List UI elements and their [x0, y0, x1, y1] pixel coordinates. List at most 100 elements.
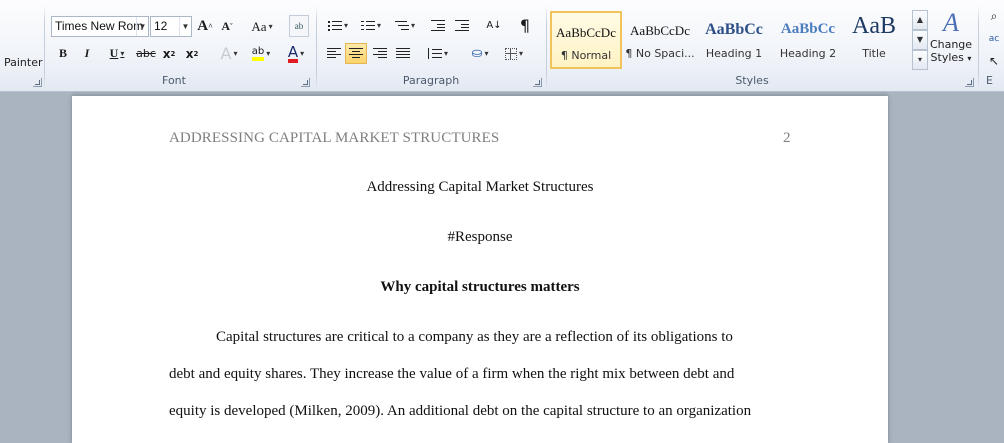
styles-group-label: Styles	[735, 74, 769, 87]
strikethrough-button[interactable]: abc	[136, 43, 156, 64]
subscript-icon: x	[162, 46, 171, 61]
show-formatting-marks-button[interactable]: ¶	[515, 15, 535, 36]
italic-button[interactable]: I	[79, 43, 95, 64]
borders-button[interactable]	[500, 43, 528, 64]
superscript-icon: x	[185, 46, 194, 61]
styles-gallery: AaBbCcDc ¶ Normal AaBbCcDc ¶ No Spaci...…	[548, 9, 912, 69]
chevron-down-icon[interactable]: ▼	[136, 17, 148, 36]
replace-icon: ac	[988, 33, 1000, 44]
font-name-combo[interactable]: Times New Rom ▼	[51, 16, 149, 37]
borders-icon	[504, 47, 517, 60]
chevron-down-icon: ▼	[916, 35, 924, 44]
gallery-more-button[interactable]: ▾	[912, 50, 928, 70]
select-button[interactable]: ↖	[984, 50, 1004, 71]
font-size-combo[interactable]: 12 ▼	[150, 16, 192, 37]
style-name: Heading 1	[705, 47, 763, 60]
bullets-button[interactable]	[324, 15, 352, 36]
align-center-icon	[349, 48, 363, 59]
style-name: Title	[862, 47, 886, 60]
align-center-button[interactable]	[345, 43, 367, 64]
style-sample: AaB	[852, 13, 896, 39]
font-group-label: Font	[162, 74, 186, 87]
style-sample: AaBbCcDc	[556, 25, 616, 40]
chevron-up-icon: ▲	[916, 15, 924, 24]
group-separator	[978, 6, 979, 90]
line-spacing-button[interactable]	[424, 43, 452, 64]
style-sample: AaBbCc	[780, 21, 836, 37]
paragraph-dialog-launcher-icon[interactable]	[533, 78, 542, 87]
pilcrow-icon: ¶	[519, 16, 531, 35]
document-title: Addressing Capital Market Structures	[366, 179, 594, 195]
align-left-button[interactable]	[324, 43, 344, 64]
paragraph-line: equity is developed (Milken, 2009). An a…	[169, 403, 752, 419]
highlighter-icon: ab	[251, 46, 265, 61]
align-right-button[interactable]	[370, 43, 390, 64]
section-heading: Why capital structures matters	[380, 279, 580, 295]
find-button[interactable]: ⌕	[984, 6, 1004, 27]
chevron-down-icon[interactable]: ▼	[179, 17, 191, 36]
gallery-scroll-down-button[interactable]: ▼	[912, 30, 928, 50]
superscript-button[interactable]: x2	[184, 43, 200, 64]
change-case-icon: Aa	[251, 18, 267, 34]
running-header: ADDRESSING CAPITAL MARKET STRUCTURES	[169, 130, 500, 146]
document-background	[0, 92, 72, 443]
align-left-icon	[327, 48, 341, 59]
document-background	[888, 92, 1004, 443]
clear-formatting-icon: ab	[294, 21, 304, 31]
underline-button[interactable]: U	[102, 43, 132, 64]
multilevel-list-button[interactable]	[390, 15, 420, 36]
numbering-button[interactable]	[357, 15, 385, 36]
clear-formatting-button[interactable]: ab	[289, 15, 309, 37]
font-color-icon: A	[287, 42, 299, 63]
increase-indent-button[interactable]	[453, 15, 471, 36]
font-dialog-launcher-icon[interactable]	[301, 78, 310, 87]
gallery-scroll-up-button[interactable]: ▲	[912, 10, 928, 30]
justify-button[interactable]	[393, 43, 413, 64]
style-title[interactable]: AaB Title	[838, 11, 910, 69]
font-name-value: Times New Rom	[55, 19, 144, 33]
sort-icon: A↓	[486, 20, 502, 31]
shrink-font-icon: A	[221, 19, 230, 33]
clipboard-dialog-launcher-icon[interactable]	[33, 78, 42, 87]
binoculars-icon: ⌕	[990, 9, 998, 23]
cursor-arrow-icon: ↖	[988, 53, 1000, 68]
style-sample: AaBbCc	[705, 21, 763, 38]
editing-group-label: E	[986, 74, 993, 87]
shading-button[interactable]: ⛀	[466, 43, 494, 64]
bold-icon: B	[58, 46, 67, 60]
text-effects-button[interactable]: A	[216, 43, 242, 64]
style-no-spacing[interactable]: AaBbCcDc ¶ No Spaci...	[624, 11, 696, 69]
replace-button[interactable]: ac	[984, 28, 1004, 49]
highlight-button[interactable]: ab	[246, 43, 276, 64]
style-name: ¶ Normal	[560, 49, 612, 62]
shrink-font-button[interactable]: Aˇ	[218, 16, 236, 37]
change-case-button[interactable]: Aa	[248, 16, 276, 37]
change-styles-button[interactable]: A Change Styles ▾	[928, 8, 974, 65]
align-right-icon	[373, 48, 387, 59]
format-painter-button[interactable]: Painter	[4, 56, 43, 69]
document-page[interactable]: ADDRESSING CAPITAL MARKET STRUCTURES 2 A…	[72, 96, 888, 443]
change-styles-label: Change	[929, 38, 973, 51]
decrease-indent-button[interactable]	[429, 15, 447, 36]
decrease-indent-icon	[431, 20, 445, 31]
style-heading-2[interactable]: AaBbCc Heading 2	[772, 11, 844, 69]
subscript-button[interactable]: x2	[161, 43, 177, 64]
line-spacing-icon	[427, 48, 442, 59]
font-color-button[interactable]: A	[282, 43, 310, 64]
grow-font-button[interactable]: A ^	[196, 16, 214, 37]
styles-dialog-launcher-icon[interactable]	[965, 78, 974, 87]
bold-button[interactable]: B	[55, 43, 71, 64]
underline-icon: U	[109, 46, 119, 60]
style-heading-1[interactable]: AaBbCc Heading 1	[698, 11, 770, 69]
sort-button[interactable]: A↓	[484, 15, 504, 36]
font-size-value: 12	[154, 19, 168, 33]
more-icon: ▾	[917, 55, 922, 64]
change-styles-icon: A	[943, 8, 959, 37]
style-name: ¶ No Spaci...	[625, 47, 695, 60]
ribbon: Painter Times New Rom ▼ 12 ▼ A^ Aˇ Aa ab…	[0, 0, 1004, 92]
paragraph-line: debt and equity shares. They increase th…	[169, 366, 735, 382]
style-sample: AaBbCcDc	[630, 23, 690, 38]
style-normal[interactable]: AaBbCcDc ¶ Normal	[550, 11, 622, 69]
increase-indent-icon	[455, 20, 469, 31]
text-effects-icon: A	[220, 44, 232, 63]
